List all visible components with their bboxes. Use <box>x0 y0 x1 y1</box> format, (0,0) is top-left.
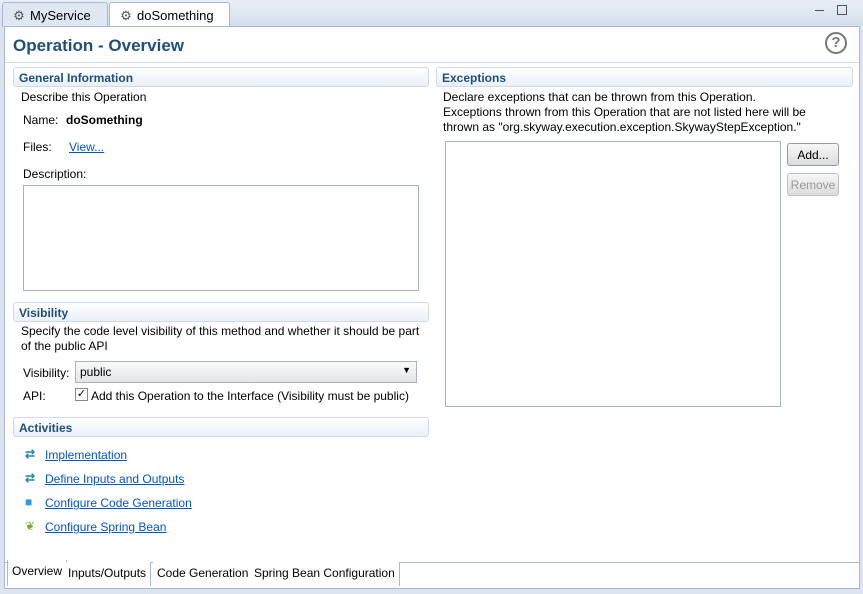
tab-dosomething[interactable]: ⚙doSomething ✕ <box>109 2 230 39</box>
page-title: Operation - Overview <box>13 36 184 55</box>
spring-bean-icon: ❦ <box>25 519 36 533</box>
api-checkbox-label: Add this Operation to the Interface (Vis… <box>91 389 409 403</box>
api-label: API: <box>23 389 46 403</box>
description-textarea[interactable] <box>23 185 419 291</box>
configure-code-generation-link[interactable]: Configure Code Generation <box>45 496 192 510</box>
name-value: doSomething <box>66 113 143 127</box>
gears-icon: ⚙ <box>120 8 132 23</box>
add-exception-button[interactable]: Add... <box>787 143 839 166</box>
files-label: Files: <box>23 140 52 154</box>
exceptions-desc-3: thrown as "org.skyway.execution.exceptio… <box>443 120 801 134</box>
editor-panel: Operation - Overview ? General Informati… <box>4 26 860 589</box>
general-desc: Describe this Operation <box>21 90 147 104</box>
bottom-tab-code-generation[interactable]: Code Generation <box>153 562 254 586</box>
arrows-icon: ⇄ <box>25 471 36 485</box>
chevron-down-icon: ▼ <box>402 365 411 375</box>
divider <box>5 62 859 63</box>
visibility-label: Visibility: <box>23 366 70 380</box>
configure-spring-bean-link[interactable]: Configure Spring Bean <box>45 520 166 534</box>
description-label: Description: <box>23 167 87 181</box>
tab-myservice[interactable]: ⚙ MyService <box>2 2 108 27</box>
help-icon[interactable]: ? <box>825 32 847 54</box>
cube-gear-icon: ■ <box>25 495 33 509</box>
maximize-button[interactable] <box>837 5 847 15</box>
implementation-link[interactable]: Implementation <box>45 448 127 462</box>
bottom-tab-spring-bean-configuration[interactable]: Spring Bean Configuration <box>250 562 400 586</box>
general-information-header: General Information <box>13 67 429 87</box>
gear-icon: ⚙ <box>13 8 25 23</box>
define-inputs-outputs-link[interactable]: Define Inputs and Outputs <box>45 472 184 486</box>
exceptions-desc-2: Exceptions thrown from this Operation th… <box>443 105 806 119</box>
bottom-tab-inputs-outputs[interactable]: Inputs/Outputs <box>64 562 152 586</box>
exceptions-header: Exceptions <box>436 67 853 87</box>
minimize-button[interactable] <box>815 10 824 12</box>
files-view-link[interactable]: View... <box>69 140 104 154</box>
name-label: Name: <box>23 113 59 127</box>
editor-tabbar: ⚙MyService ⚙doSomething ✕ <box>0 0 863 39</box>
exceptions-desc-1: Declare exceptions that can be thrown fr… <box>443 90 756 104</box>
remove-exception-button[interactable]: Remove <box>787 173 839 196</box>
visibility-desc: Specify the code level visibility of thi… <box>21 324 420 353</box>
api-checkbox[interactable]: ✓ <box>75 388 88 401</box>
arrows-icon: ⇄ <box>25 447 36 461</box>
visibility-select[interactable]: public ▼ <box>75 361 417 383</box>
activities-header: Activities <box>13 417 429 437</box>
visibility-header: Visibility <box>13 302 429 322</box>
exceptions-list[interactable] <box>445 141 781 407</box>
bottom-tab-overview[interactable]: Overview <box>7 560 68 586</box>
